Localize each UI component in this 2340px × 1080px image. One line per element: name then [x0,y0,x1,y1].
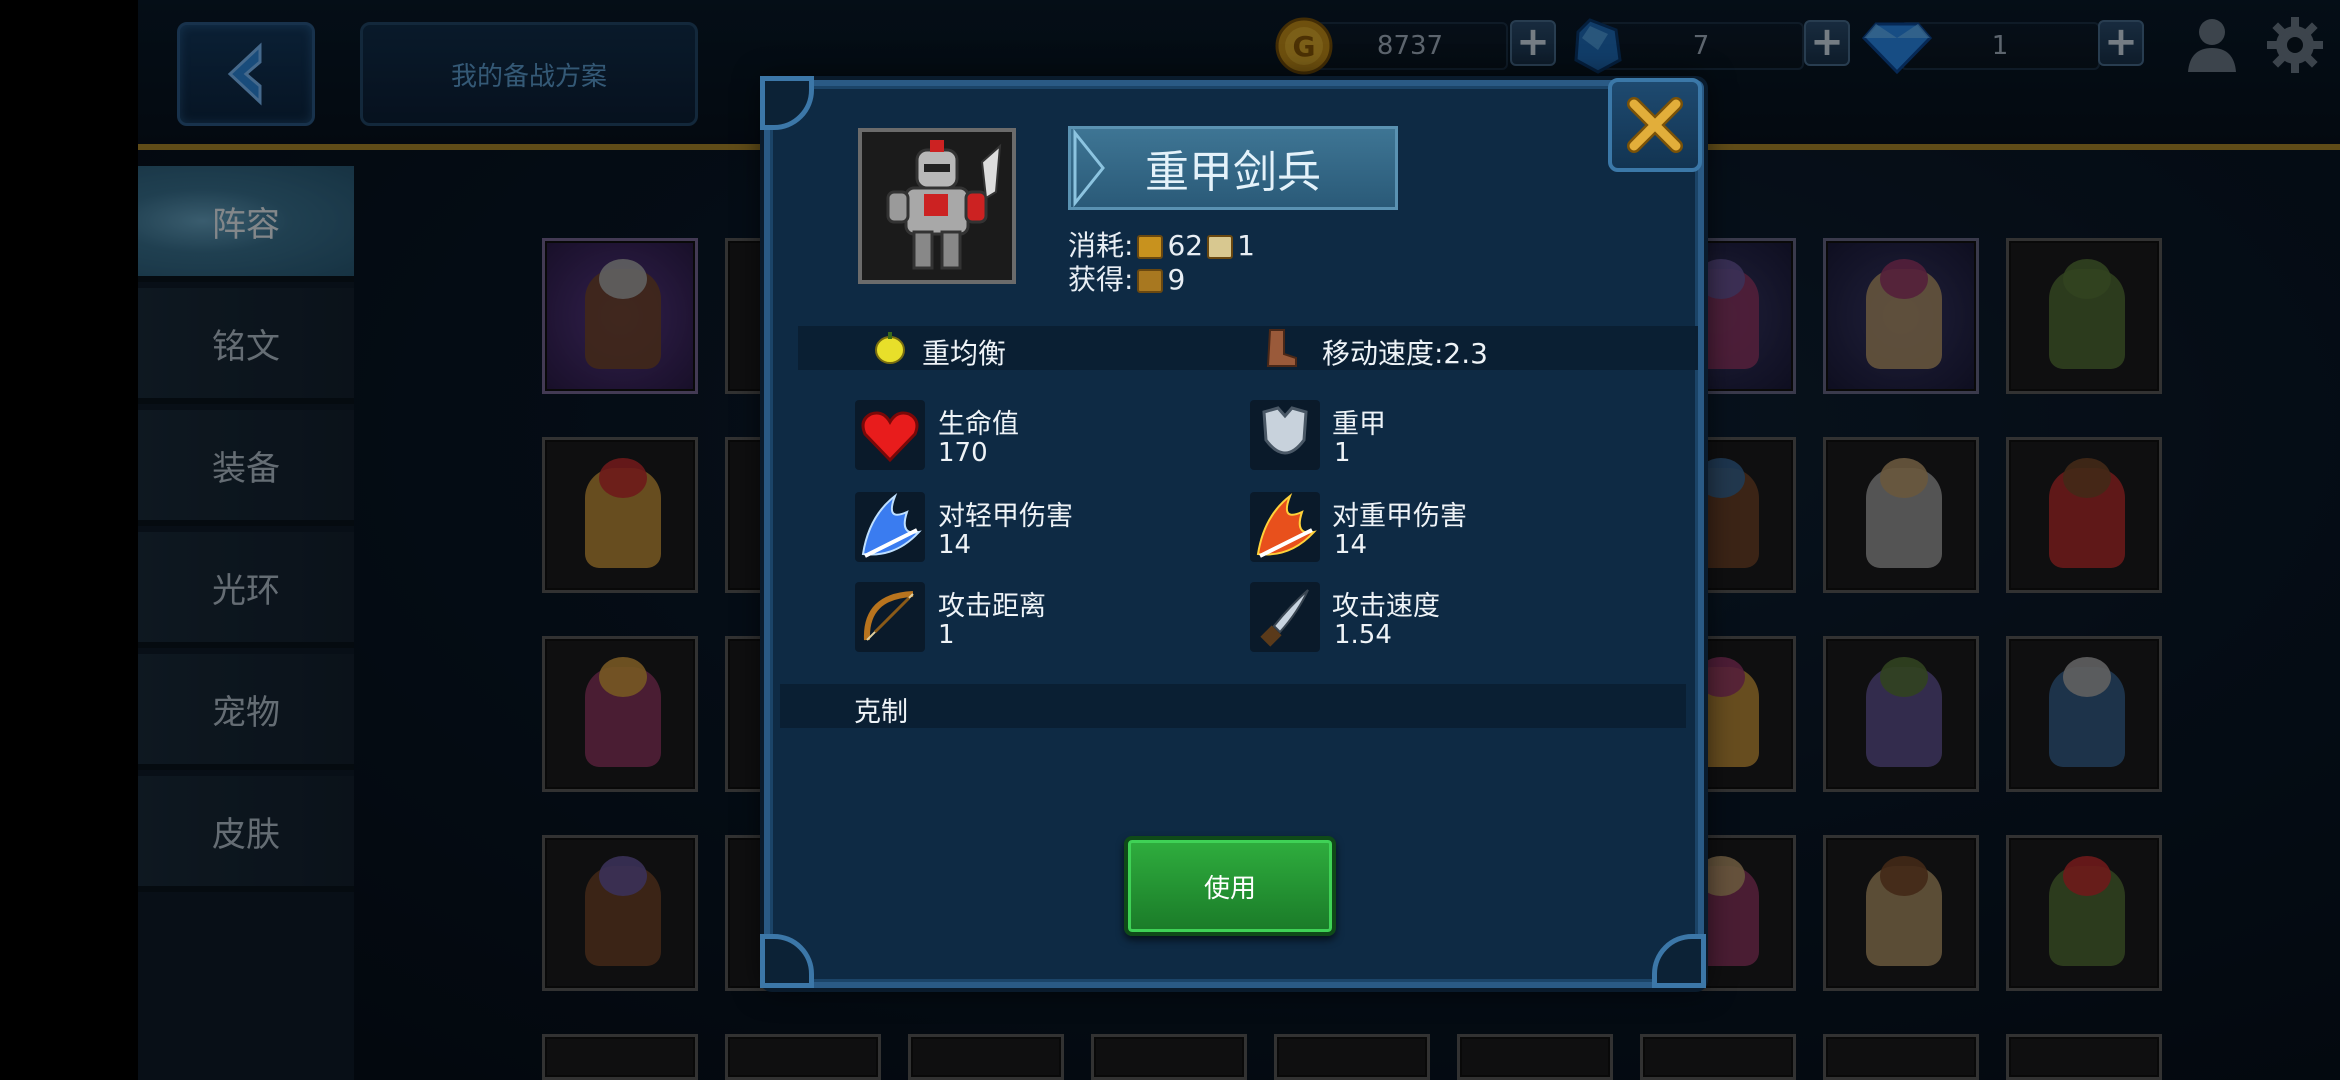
stat-value-attack-speed: 1.54 [1334,620,1392,650]
heart-icon [855,400,925,470]
move-speed-label: 移动速度:2.3 [1322,337,1488,370]
cost-pop-value: 1 [1237,229,1255,262]
use-button[interactable]: 使用 [1124,836,1336,936]
screen: 我的备战方案 8737 G + 7 + 1 + 阵容 铭文 装备 光环 宠物 皮… [0,0,2340,1080]
stat-value-armor: 1 [1334,438,1351,468]
stat-label-hp: 生命值 [938,409,1019,440]
dagger-icon [1250,582,1320,652]
stat-label-range: 攻击距离 [938,591,1046,622]
population-icon [1207,235,1234,259]
use-button-label: 使用 [1203,873,1256,904]
blue-slash-icon [855,492,925,562]
fire-slash-icon [1250,492,1320,562]
gain-value: 9 [1167,263,1186,296]
unit-name: 重甲剑兵 [1145,147,1321,198]
stat-label-light-dmg: 对轻甲伤害 [938,501,1073,532]
boot-icon [1266,329,1297,367]
armor-icon [1250,400,1320,470]
close-icon [1627,97,1683,153]
counter-label: 克制 [854,697,908,728]
unit-name-banner: 重甲剑兵 [1068,126,1398,210]
stat-label-heavy-dmg: 对重甲伤害 [1332,501,1467,532]
stat-value-range: 1 [938,620,955,650]
stat-value-hp: 170 [938,438,988,468]
gold-cost-icon [1137,235,1164,259]
stat-value-heavy-dmg: 14 [1334,530,1368,560]
balance-label: 重均衡 [922,337,1007,370]
gain-label: 获得: [1068,263,1134,296]
banner-arrow-icon [1073,129,1105,207]
stat-label-attack-speed: 攻击速度 [1332,591,1440,622]
heavy-swordsman-sprite-icon [886,140,1002,270]
stat-label-armor: 重甲 [1332,409,1386,440]
gain-chest-icon [1137,269,1164,293]
lemon-balance-icon [875,332,905,364]
close-button[interactable] [1608,78,1702,172]
counter-strip [780,684,1686,728]
unit-portrait [858,128,1016,284]
stat-value-light-dmg: 14 [938,530,972,560]
bow-icon [855,582,925,652]
gain-line: 获得: 9 [1068,258,1185,298]
